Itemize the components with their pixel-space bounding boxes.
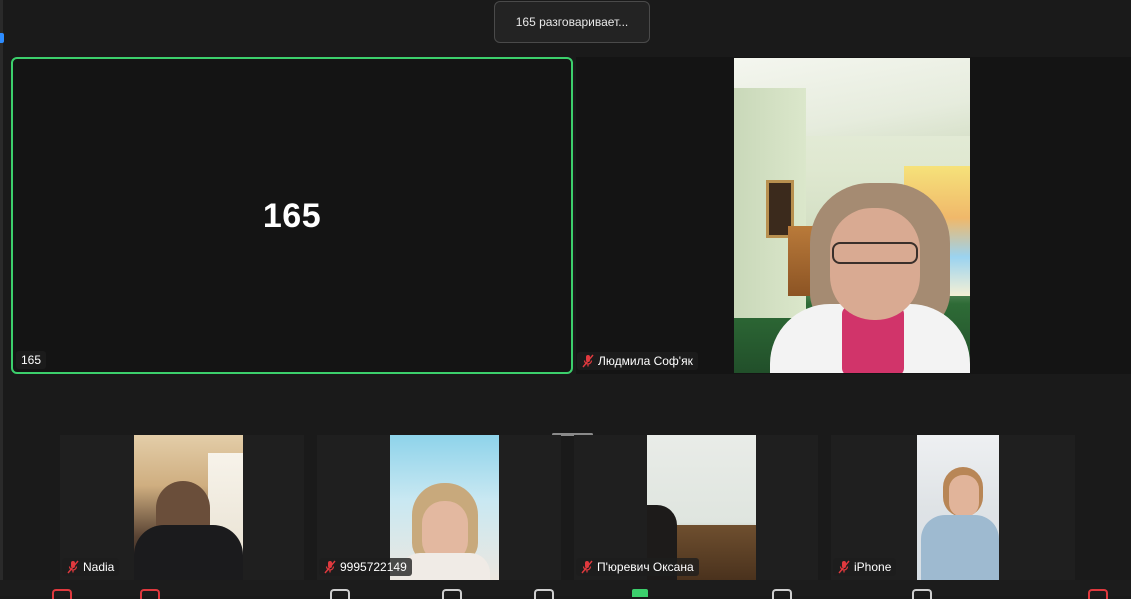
participant-video [917, 435, 999, 580]
meeting-toolbar [0, 580, 1131, 599]
mic-muted-icon [582, 354, 594, 368]
reactions-button-icon[interactable] [912, 589, 932, 599]
person-face [830, 208, 920, 320]
side-indicator [0, 33, 4, 43]
participant-tile-iphone[interactable]: iPhone [831, 435, 1075, 580]
participant-name-tag: 9995722149 [319, 558, 412, 576]
participant-tile-oksana[interactable]: П'юревич Оксана [574, 435, 818, 580]
chat-button-icon[interactable] [534, 589, 554, 599]
mic-muted-icon [324, 560, 336, 574]
person-glasses [832, 242, 918, 264]
record-button-icon[interactable] [772, 589, 792, 599]
participant-name: Людмила Соф'як [598, 354, 693, 368]
mic-muted-icon [838, 560, 850, 574]
participant-video [134, 435, 243, 580]
talking-indicator: 165 разговаривает... [494, 1, 650, 43]
participant-tile-nadia[interactable]: Nadia [60, 435, 304, 580]
participant-video [734, 58, 970, 373]
person-face [949, 475, 979, 517]
participant-name-tag: 165 [16, 351, 47, 369]
participant-name: П'юревич Оксана [597, 560, 694, 574]
person-coat [134, 525, 243, 580]
leave-button-icon[interactable] [1088, 589, 1108, 599]
participant-name-tag: Nadia [62, 558, 120, 576]
participants-button-icon[interactable] [442, 589, 462, 599]
mic-muted-icon [67, 560, 79, 574]
participant-name-tag: iPhone [833, 558, 897, 576]
mic-muted-icon [581, 560, 593, 574]
video-button-icon[interactable] [140, 589, 160, 599]
participant-name: Nadia [83, 560, 115, 574]
participant-name: iPhone [854, 560, 892, 574]
participant-name: 9995722149 [340, 560, 407, 574]
active-speaker-tile[interactable]: 165 165 [11, 57, 573, 374]
security-button-icon[interactable] [330, 589, 350, 599]
participant-tile-9995722149[interactable]: 9995722149 [317, 435, 561, 580]
participant-name-tag: Людмила Соф'як [577, 352, 698, 370]
person-body [921, 515, 999, 580]
person-body [400, 553, 490, 580]
mute-button-icon[interactable] [52, 589, 72, 599]
participant-avatar-name: 165 [262, 197, 322, 235]
participant-name: 165 [21, 353, 42, 367]
participant-name-tag: П'юревич Оксана [576, 558, 699, 576]
window-edge [0, 0, 3, 596]
